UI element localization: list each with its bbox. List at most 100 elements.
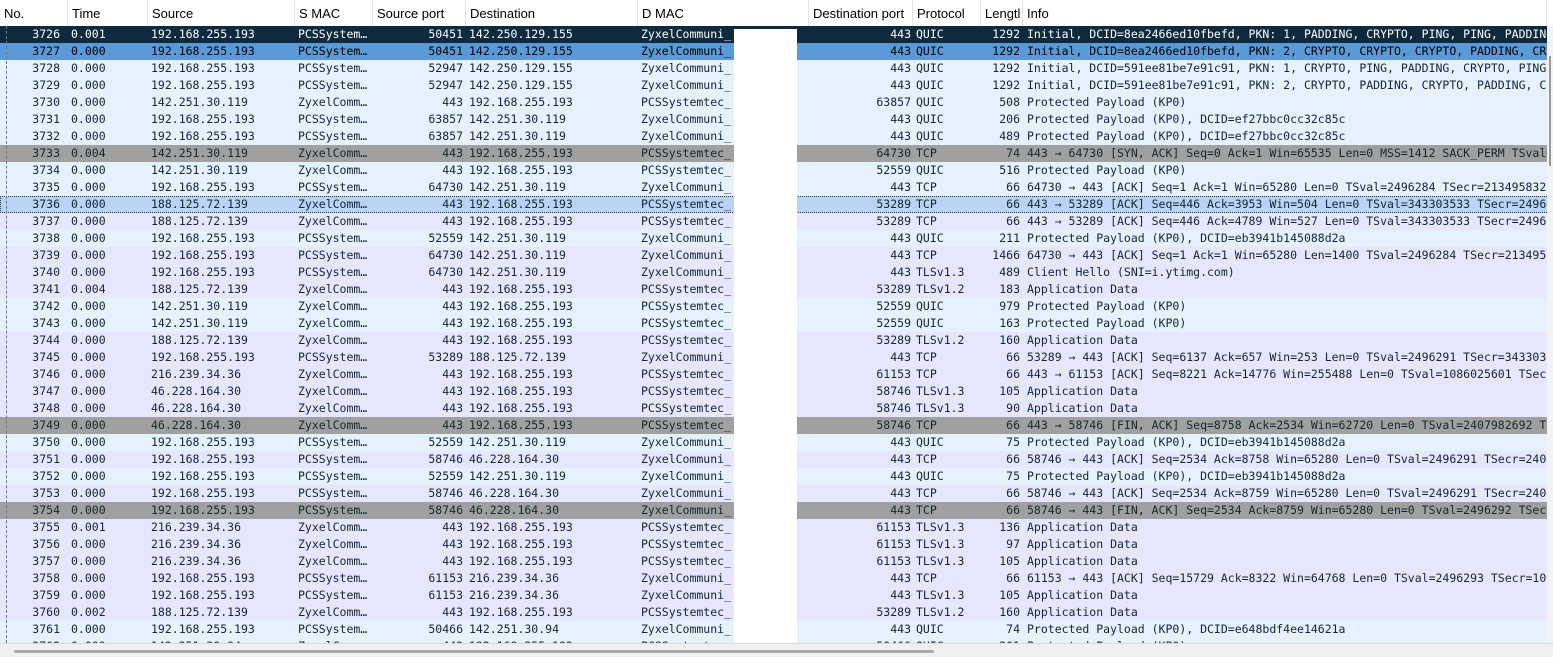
vertical-scrollbar-thumb[interactable] [1549,56,1551,166]
cell-destination: 142.250.129.155 [469,44,573,58]
cell-time: 0.000 [71,571,106,585]
cell-protocol: QUIC [916,435,944,449]
cell-d-mac: PCSSystemtec_ [641,282,732,296]
cell-protocol: TCP [916,452,937,466]
cell-time: 0.000 [71,214,106,228]
cell-s-mac: ZyxelComm… [298,197,368,211]
cell-source: 216.239.34.36 [151,554,242,568]
cell-d-mac: PCSSystemtec_ [641,537,732,551]
cell-time: 0.000 [71,486,106,500]
cell-source: 192.168.255.193 [151,350,255,364]
cell-info: Protected Payload (KP0), DCID=eb3941b145… [1027,469,1346,483]
column-header-time[interactable]: Time [68,0,148,26]
cell-no: 3750 [32,435,60,449]
cell-source-port: 52947 [428,78,463,92]
cell-destination-port: 61153 [876,537,911,551]
cell-protocol: QUIC [916,316,944,330]
cell-length: 74 [1006,622,1020,636]
cell-time: 0.000 [71,44,106,58]
cell-source-port: 443 [442,146,463,160]
column-header-d-mac[interactable]: D MAC [638,0,809,26]
cell-no: 3746 [32,367,60,381]
cell-source: 192.168.255.193 [151,248,255,262]
cell-info: Initial, DCID=591ee81be7e91c91, PKN: 2, … [1027,78,1547,92]
cell-source-port: 58746 [428,503,463,517]
cell-info: 58746 → 443 [ACK] Seq=2534 Ack=8758 Win=… [1027,452,1547,466]
cell-time: 0.000 [71,163,106,177]
cell-destination: 216.239.34.36 [469,588,560,602]
cell-destination-port: 443 [890,503,911,517]
cell-protocol: QUIC [916,78,944,92]
cell-source-port: 443 [442,282,463,296]
cell-d-mac: PCSSystemtec_ [641,316,732,330]
cell-info: Initial, DCID=591ee81be7e91c91, PKN: 1, … [1027,61,1547,75]
cell-info: Protected Payload (KP0) [1027,163,1187,177]
cell-length: 66 [1006,180,1020,194]
cell-no: 3751 [32,452,60,466]
cell-d-mac: ZyxelCommuni_ [641,503,732,517]
cell-time: 0.000 [71,503,106,517]
cell-destination-port: 443 [890,486,911,500]
cell-d-mac: PCSSystemtec_ [641,367,732,381]
cell-source: 192.168.255.193 [151,452,255,466]
cell-destination-port: 443 [890,469,911,483]
cell-source: 142.251.30.119 [151,316,248,330]
cell-no: 3737 [32,214,60,228]
column-header-source-port[interactable]: Source port [373,0,466,26]
cell-source: 192.168.255.193 [151,112,255,126]
cell-protocol: TLSv1.3 [916,265,965,279]
cell-source-port: 58746 [428,486,463,500]
cell-protocol: TCP [916,248,937,262]
vertical-scrollbar[interactable] [1547,26,1553,643]
horizontal-scrollbar[interactable] [0,643,1553,657]
cell-protocol: TCP [916,146,937,160]
cell-time: 0.000 [71,622,106,636]
cell-info: Application Data [1027,384,1138,398]
column-header-no[interactable]: No. [0,0,68,26]
cell-d-mac: ZyxelCommuni_ [641,571,732,585]
cell-destination: 142.250.129.155 [469,78,573,92]
horizontal-scrollbar-thumb[interactable] [14,650,934,653]
packet-list-header: No. Time Source S MAC Source port Destin… [0,0,1553,27]
cell-d-mac: ZyxelCommuni_ [641,27,732,41]
cell-protocol: QUIC [916,163,944,177]
cell-info: 53289 → 443 [ACK] Seq=6137 Ack=657 Win=2… [1027,350,1547,364]
cell-s-mac: PCSSystem… [298,44,368,58]
column-header-info[interactable]: Info [1023,0,1547,26]
cell-destination-port: 52559 [876,299,911,313]
cell-d-mac: PCSSystemtec_ [641,554,732,568]
cell-destination: 192.168.255.193 [469,163,573,177]
cell-destination: 192.168.255.193 [469,282,573,296]
cell-d-mac: ZyxelCommuni_ [641,78,732,92]
cell-d-mac: ZyxelCommuni_ [641,112,732,126]
column-header-length[interactable]: Lengtl [981,0,1023,26]
column-header-source[interactable]: Source [148,0,295,26]
cell-no: 3732 [32,129,60,143]
cell-length: 105 [999,554,1020,568]
cell-info: Protected Payload (KP0) [1027,299,1187,313]
cell-info: Application Data [1027,605,1138,619]
cell-info: Protected Payload (KP0) [1027,95,1187,109]
cell-destination-port: 53289 [876,333,911,347]
cell-source-port: 443 [442,520,463,534]
cell-no: 3743 [32,316,60,330]
cell-destination: 188.125.72.139 [469,350,566,364]
cell-length: 66 [1006,367,1020,381]
cell-info: 64730 → 443 [ACK] Seq=1 Ack=1 Win=65280 … [1027,248,1547,262]
column-header-destination-port[interactable]: Destination port [809,0,913,26]
cell-length: 160 [999,333,1020,347]
cell-info: Application Data [1027,554,1138,568]
column-header-destination[interactable]: Destination [466,0,638,26]
cell-destination-port: 61153 [876,520,911,534]
cell-no: 3754 [32,503,60,517]
cell-source: 216.239.34.36 [151,367,242,381]
column-header-protocol[interactable]: Protocol [913,0,981,26]
cell-length: 75 [1006,435,1020,449]
cell-s-mac: ZyxelComm… [298,163,368,177]
cell-protocol: TCP [916,571,937,585]
cell-no: 3759 [32,588,60,602]
cell-time: 0.000 [71,469,106,483]
cell-destination-port: 52559 [876,316,911,330]
redaction-box [734,29,797,643]
column-header-s-mac[interactable]: S MAC [295,0,373,26]
